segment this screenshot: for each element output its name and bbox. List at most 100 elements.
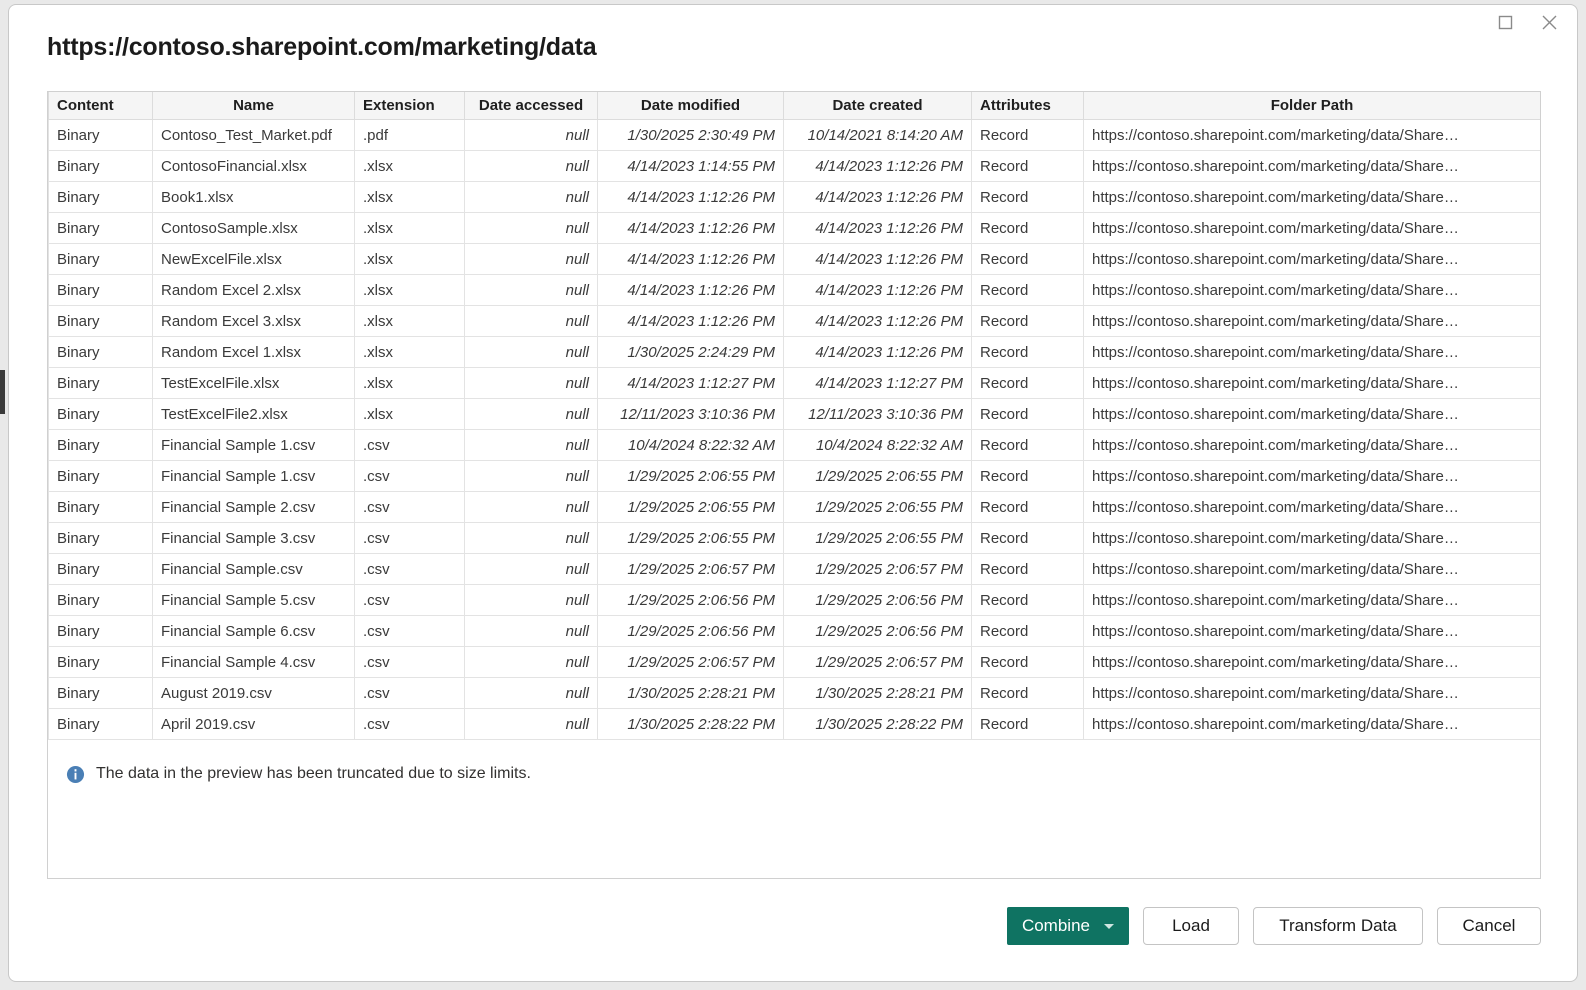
extension-cell: .csv — [354, 460, 465, 492]
date-modified-cell: 1/29/2025 2:06:55 PM — [597, 491, 784, 523]
column-header-date-accessed[interactable]: Date accessed — [464, 92, 598, 120]
folder-path-cell: https://contoso.sharepoint.com/marketing… — [1083, 274, 1540, 306]
folder-path-cell: https://contoso.sharepoint.com/marketing… — [1083, 212, 1540, 244]
table-row[interactable]: Binary Financial Sample 2.csv .csv null 1/29… — [48, 491, 1540, 523]
column-header-extension[interactable]: Extension — [354, 92, 465, 120]
load-button[interactable]: Load — [1143, 907, 1239, 945]
attributes-cell: Record — [971, 150, 1084, 182]
date-accessed-cell: null — [464, 584, 598, 616]
date-accessed-cell: null — [464, 522, 598, 554]
content-cell: Binary — [48, 336, 153, 368]
table-row[interactable]: Binary Random Excel 1.xlsx .xlsx null 1/30/2… — [48, 336, 1540, 368]
table-row[interactable]: Binary Financial Sample 1.csv .csv null 10/4… — [48, 429, 1540, 461]
date-modified-cell: 1/29/2025 2:06:56 PM — [597, 615, 784, 647]
date-accessed-cell: null — [464, 212, 598, 244]
date-created-cell: 1/30/2025 2:28:21 PM — [783, 677, 972, 709]
transform-data-button[interactable]: Transform Data — [1253, 907, 1423, 945]
date-accessed-cell: null — [464, 336, 598, 368]
date-created-cell: 12/11/2023 3:10:36 PM — [783, 398, 972, 430]
folder-path-cell: https://contoso.sharepoint.com/marketing… — [1083, 398, 1540, 430]
extension-cell: .csv — [354, 708, 465, 740]
attributes-cell: Record — [971, 615, 1084, 647]
table-row[interactable]: Binary Financial Sample.csv .csv null 1/29/2… — [48, 553, 1540, 585]
date-created-cell: 4/14/2023 1:12:26 PM — [783, 336, 972, 368]
date-created-cell: 10/14/2021 8:14:20 AM — [783, 119, 972, 151]
date-accessed-cell: null — [464, 367, 598, 399]
table-row[interactable]: Binary Book1.xlsx .xlsx null 4/14/2023 1:12:… — [48, 181, 1540, 213]
date-created-cell: 1/29/2025 2:06:57 PM — [783, 646, 972, 678]
extension-cell: .pdf — [354, 119, 465, 151]
cancel-button[interactable]: Cancel — [1437, 907, 1541, 945]
content-cell: Binary — [48, 150, 153, 182]
attributes-cell: Record — [971, 646, 1084, 678]
folder-path-cell: https://contoso.sharepoint.com/marketing… — [1083, 584, 1540, 616]
table-row[interactable]: Binary ContosoSample.xlsx .xlsx null 4/14/20… — [48, 212, 1540, 244]
table-row[interactable]: Binary TestExcelFile2.xlsx .xlsx null 12/11/… — [48, 398, 1540, 430]
preview-table-scroll-area[interactable]: Content Name Extension Date accessed Dat… — [48, 92, 1540, 744]
extension-cell: .xlsx — [354, 336, 465, 368]
date-accessed-cell: null — [464, 491, 598, 523]
date-created-cell: 4/14/2023 1:12:26 PM — [783, 274, 972, 306]
folder-path-cell: https://contoso.sharepoint.com/marketing… — [1083, 553, 1540, 585]
table-row[interactable]: Binary NewExcelFile.xlsx .xlsx null 4/14/202… — [48, 243, 1540, 275]
column-header-name[interactable]: Name — [152, 92, 355, 120]
date-created-cell: 1/29/2025 2:06:55 PM — [783, 460, 972, 492]
extension-cell: .xlsx — [354, 212, 465, 244]
table-row[interactable]: Binary August 2019.csv .csv null 1/30/2025 2… — [48, 677, 1540, 709]
date-modified-cell: 1/29/2025 2:06:56 PM — [597, 584, 784, 616]
date-accessed-cell: null — [464, 243, 598, 275]
date-created-cell: 4/14/2023 1:12:26 PM — [783, 243, 972, 275]
navigator-preview-dialog: https://contoso.sharepoint.com/marketing… — [8, 4, 1578, 982]
folder-path-cell: https://contoso.sharepoint.com/marketing… — [1083, 615, 1540, 647]
column-header-date-created[interactable]: Date created — [783, 92, 972, 120]
table-row[interactable]: Binary Random Excel 2.xlsx .xlsx null 4/14/2… — [48, 274, 1540, 306]
attributes-cell: Record — [971, 119, 1084, 151]
name-cell: Random Excel 2.xlsx — [152, 274, 355, 306]
extension-cell: .csv — [354, 553, 465, 585]
folder-path-cell: https://contoso.sharepoint.com/marketing… — [1083, 367, 1540, 399]
content-cell: Binary — [48, 646, 153, 678]
name-cell: Contoso_Test_Market.pdf — [152, 119, 355, 151]
table-row[interactable]: Binary April 2019.csv .csv null 1/30/2025 2:… — [48, 708, 1540, 740]
table-row[interactable]: Binary Financial Sample 5.csv .csv null 1/29… — [48, 584, 1540, 616]
folder-path-cell: https://contoso.sharepoint.com/marketing… — [1083, 336, 1540, 368]
table-row[interactable]: Binary Financial Sample 1.csv .csv null 1/29… — [48, 460, 1540, 492]
name-cell: Financial Sample 5.csv — [152, 584, 355, 616]
name-cell: ContosoSample.xlsx — [152, 212, 355, 244]
column-header-folder-path[interactable]: Folder Path — [1083, 92, 1540, 120]
window-controls — [1483, 5, 1571, 39]
name-cell: Financial Sample.csv — [152, 553, 355, 585]
table-row[interactable]: Binary TestExcelFile.xlsx .xlsx null 4/14/20… — [48, 367, 1540, 399]
table-row[interactable]: Binary Financial Sample 6.csv .csv null 1/29… — [48, 615, 1540, 647]
content-cell: Binary — [48, 677, 153, 709]
date-created-cell: 4/14/2023 1:12:27 PM — [783, 367, 972, 399]
date-modified-cell: 1/30/2025 2:28:22 PM — [597, 708, 784, 740]
attributes-cell: Record — [971, 460, 1084, 492]
table-row[interactable]: Binary Random Excel 3.xlsx .xlsx null 4/14/2… — [48, 305, 1540, 337]
table-row[interactable]: Binary Financial Sample 3.csv .csv null 1/29… — [48, 522, 1540, 554]
maximize-square-icon[interactable] — [1483, 7, 1527, 37]
date-accessed-cell: null — [464, 646, 598, 678]
extension-cell: .csv — [354, 491, 465, 523]
table-row[interactable]: Binary Contoso_Test_Market.pdf .pdf null 1/3… — [48, 119, 1540, 151]
date-modified-cell: 10/4/2024 8:22:32 AM — [597, 429, 784, 461]
table-row[interactable]: Binary ContosoFinancial.xlsx .xlsx null 4/14… — [48, 150, 1540, 182]
column-header-date-modified[interactable]: Date modified — [597, 92, 784, 120]
chevron-down-icon[interactable] — [1104, 923, 1114, 929]
date-accessed-cell: null — [464, 615, 598, 647]
close-x-icon[interactable] — [1527, 7, 1571, 37]
content-cell: Binary — [48, 243, 153, 275]
attributes-cell: Record — [971, 553, 1084, 585]
extension-cell: .csv — [354, 584, 465, 616]
folder-path-cell: https://contoso.sharepoint.com/marketing… — [1083, 708, 1540, 740]
column-header-content[interactable]: Content — [48, 92, 153, 120]
combine-button[interactable]: Combine — [1006, 907, 1129, 945]
info-circle-icon — [66, 765, 85, 783]
column-header-attributes[interactable]: Attributes — [971, 92, 1084, 120]
page-title: https://contoso.sharepoint.com/marketing… — [47, 33, 597, 61]
table-row[interactable]: Binary Financial Sample 4.csv .csv null 1/29… — [48, 646, 1540, 678]
content-cell: Binary — [48, 491, 153, 523]
date-accessed-cell: null — [464, 274, 598, 306]
content-cell: Binary — [48, 274, 153, 306]
date-modified-cell: 4/14/2023 1:12:26 PM — [597, 181, 784, 213]
